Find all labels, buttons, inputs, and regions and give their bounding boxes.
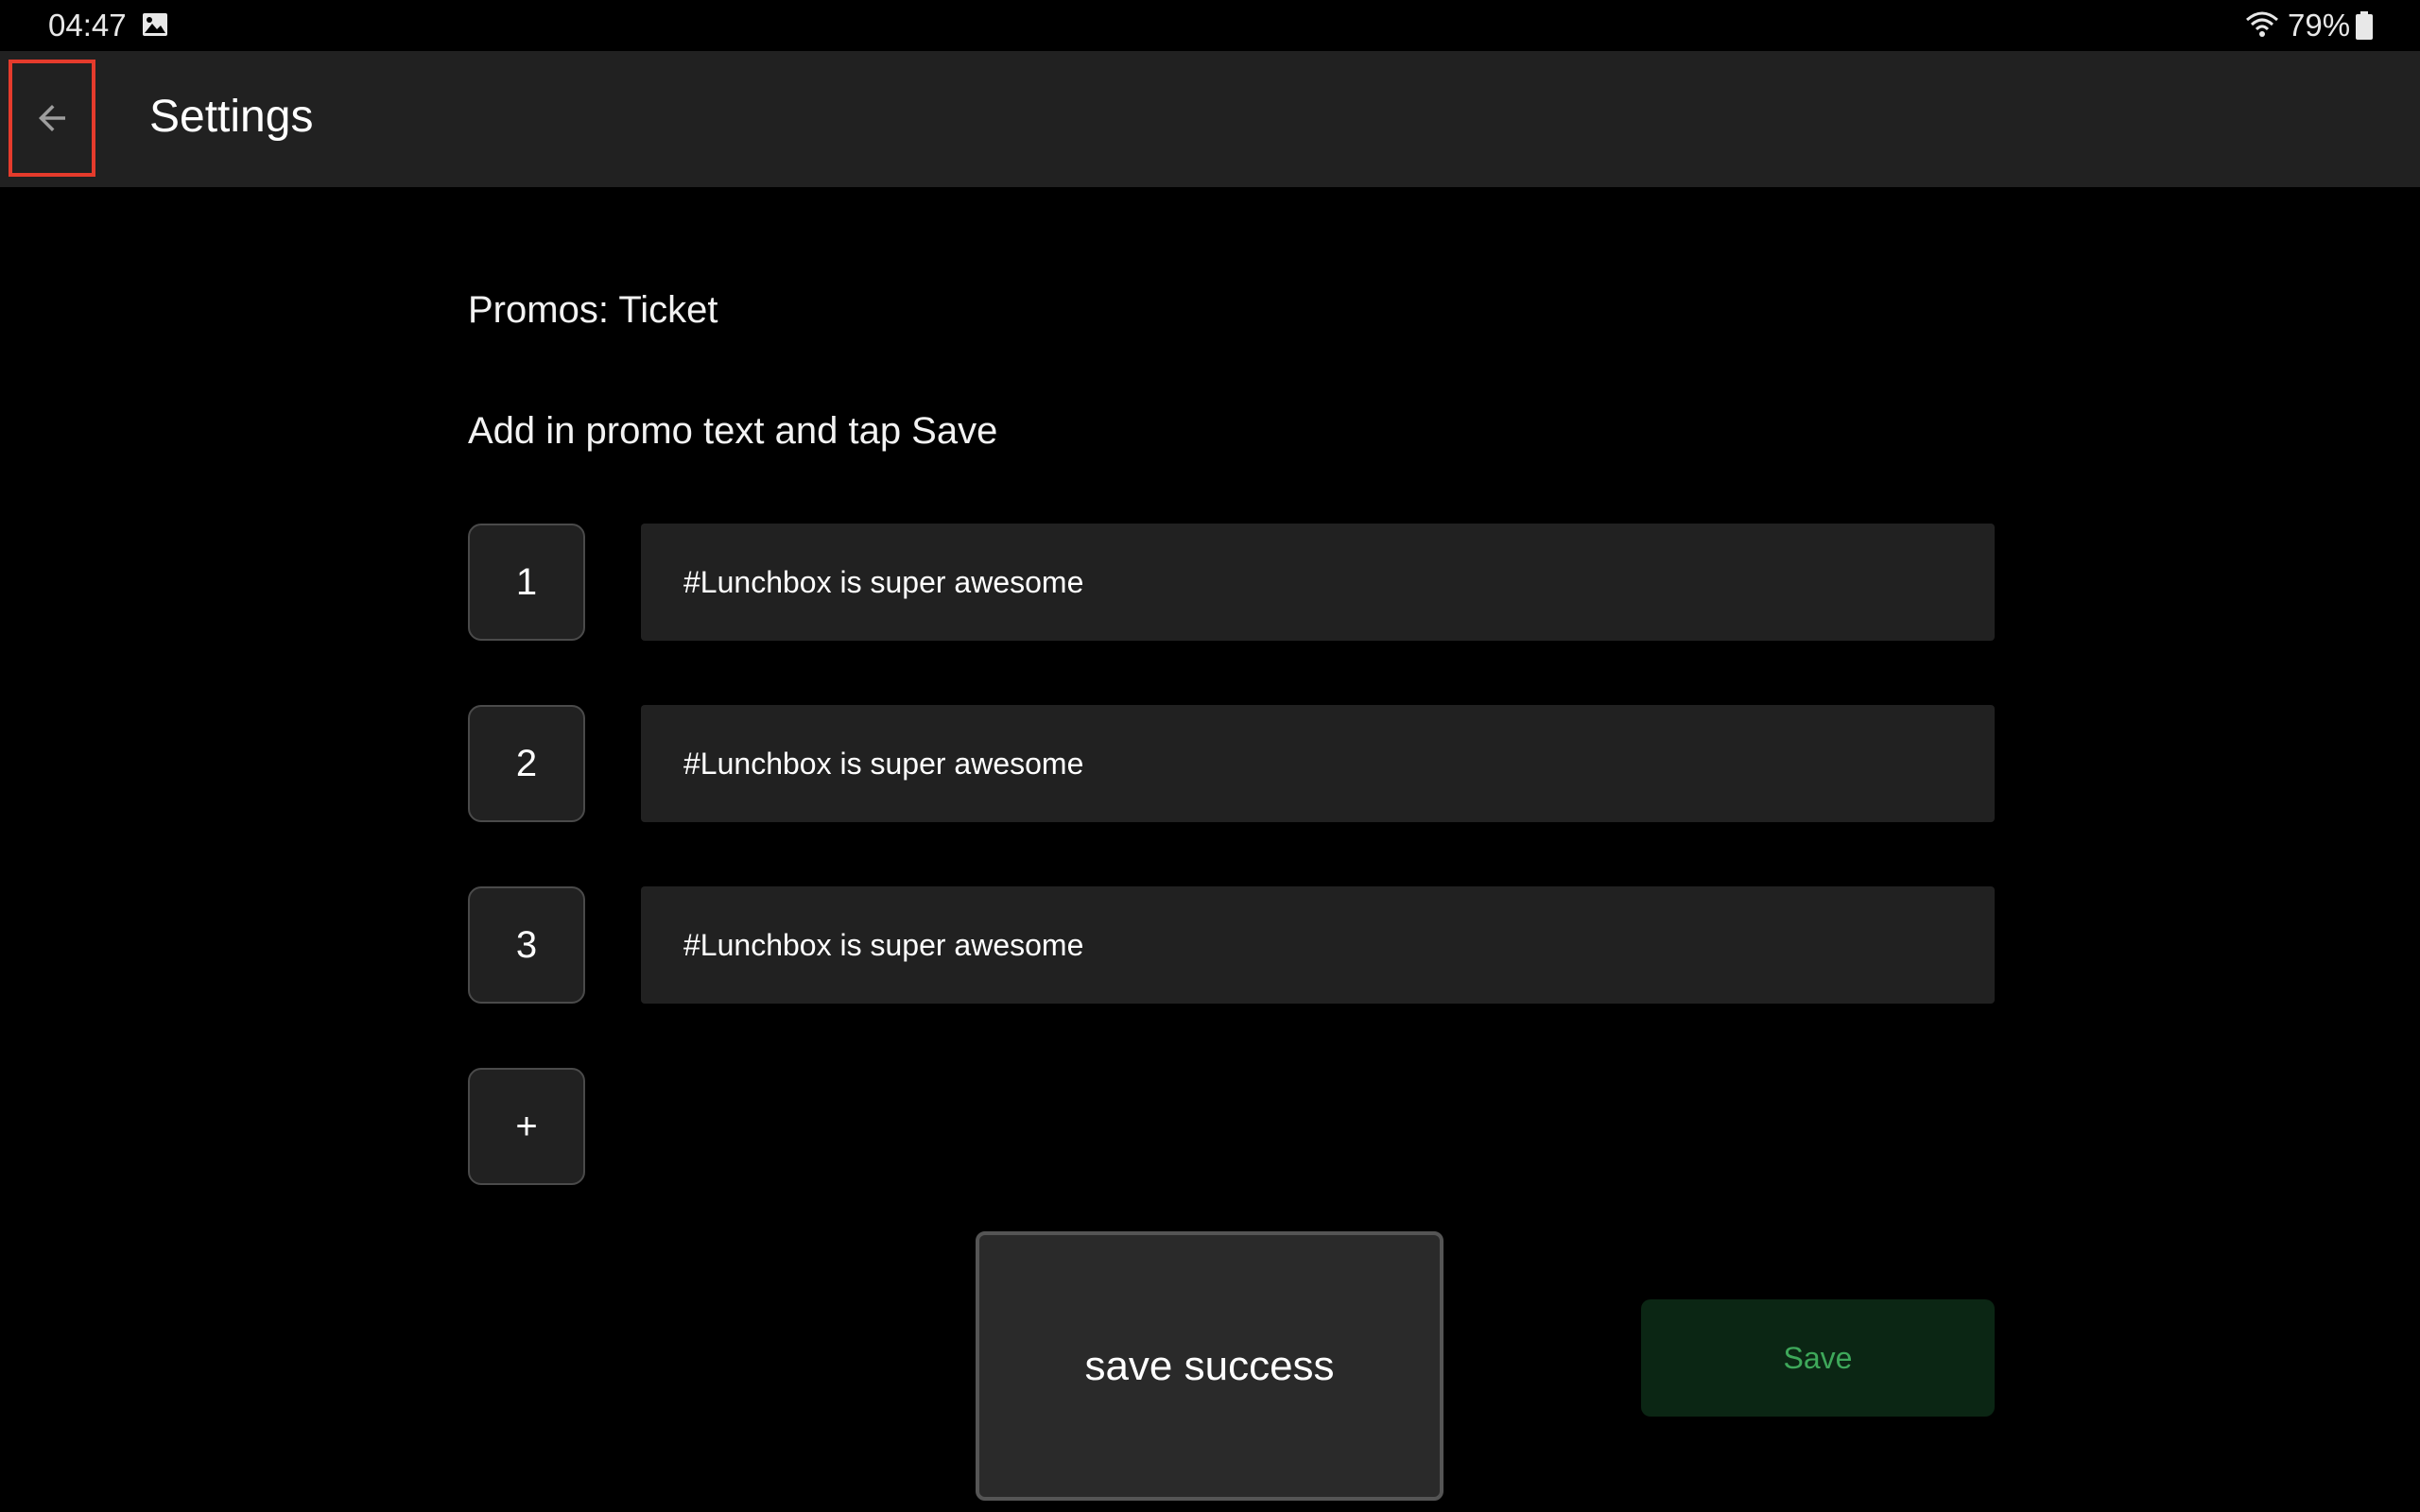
- add-promo-button[interactable]: +: [468, 1068, 585, 1185]
- back-button[interactable]: [9, 60, 95, 177]
- status-time: 04:47: [48, 8, 127, 43]
- battery-percentage: 79%: [2288, 8, 2351, 43]
- page-title: Settings: [149, 92, 314, 142]
- app-bar: Settings: [0, 51, 2420, 187]
- instructions-text: Add in promo text and tap Save: [468, 410, 998, 452]
- arrow-back-icon: [39, 105, 65, 131]
- promo-index-3[interactable]: 3: [468, 886, 585, 1004]
- section-title: Promos: Ticket: [468, 289, 718, 331]
- wifi-icon: [2246, 11, 2278, 37]
- settings-screen: 04:47 79% Settings Promos: Ticket Add in…: [0, 0, 2420, 1512]
- image-notification-icon: [143, 13, 167, 36]
- promo-index-2[interactable]: 2: [468, 705, 585, 822]
- promo-text-input-1[interactable]: [641, 524, 1995, 641]
- status-bar: 04:47 79%: [0, 0, 2420, 51]
- save-button[interactable]: Save: [1641, 1299, 1995, 1417]
- promo-text-input-3[interactable]: [641, 886, 1995, 1004]
- battery-icon: [2356, 11, 2373, 40]
- save-success-toast: save success: [976, 1231, 1443, 1501]
- promo-text-input-2[interactable]: [641, 705, 1995, 822]
- promo-index-1[interactable]: 1: [468, 524, 585, 641]
- promo-row-2: 2: [468, 705, 1995, 822]
- promo-row-1: 1: [468, 524, 1995, 641]
- promo-row-3: 3: [468, 886, 1995, 1004]
